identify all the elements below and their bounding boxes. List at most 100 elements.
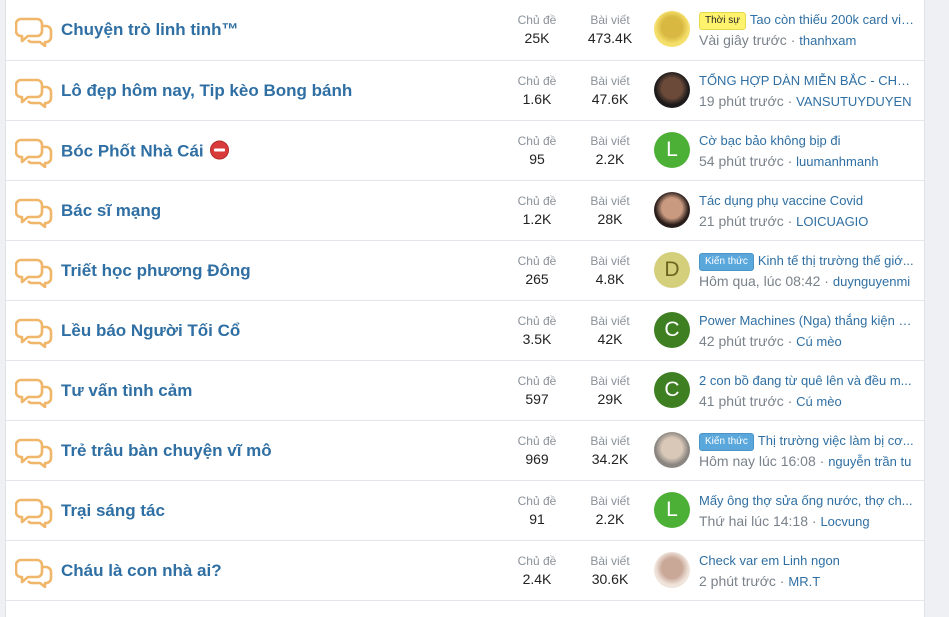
forum-title-link[interactable]: Trại sáng tác bbox=[61, 501, 165, 521]
thread-count: Chủ đề 95 bbox=[502, 133, 572, 169]
forum-title-link[interactable]: Chuyện trò linh tinh™ bbox=[61, 20, 239, 40]
latest-time: 2 phút trước bbox=[699, 573, 776, 589]
latest-user-link[interactable]: duynguyenmi bbox=[833, 274, 910, 289]
latest-meta: Hôm qua, lúc 08:42 · duynguyenmi bbox=[699, 273, 911, 289]
post-count: Bài viết 4.8K bbox=[575, 253, 645, 289]
forum-title-link[interactable]: Bác sĩ mạng bbox=[61, 201, 161, 221]
latest-time: 21 phút trước bbox=[699, 213, 784, 229]
no-entry-icon bbox=[209, 140, 229, 159]
posts-value: 4.8K bbox=[595, 271, 625, 287]
forum-title-link[interactable]: Tư vấn tình cảm bbox=[61, 381, 192, 401]
latest-meta: 21 phút trước · LOICUAGIO bbox=[699, 213, 869, 229]
latest-user-link[interactable]: nguyễn trần tu bbox=[828, 454, 911, 469]
user-avatar[interactable]: C bbox=[654, 372, 690, 408]
thread-count: Chủ đề 265 bbox=[502, 253, 572, 289]
user-avatar[interactable] bbox=[654, 192, 690, 228]
forum-list: Chuyện trò linh tinh™ Chủ đề 25K Bài viết 47… bbox=[5, 0, 925, 617]
latest-thread-link[interactable]: 2 con bồ đang từ quê lên và đều m... bbox=[699, 371, 914, 391]
forum-chat-icon bbox=[14, 76, 53, 109]
latest-thread-link[interactable]: Thời sự Tao còn thiếu 200k card vin... bbox=[699, 10, 914, 30]
latest-user-link[interactable]: Cú mèo bbox=[796, 394, 842, 409]
posts-value: 28K bbox=[597, 211, 623, 227]
latest-user-link[interactable]: LOICUAGIO bbox=[796, 214, 868, 229]
threads-value: 2.4K bbox=[522, 571, 552, 587]
threads-value: 265 bbox=[525, 271, 549, 287]
threads-value: 597 bbox=[525, 391, 549, 407]
thread-count: Chủ đề 597 bbox=[502, 373, 572, 409]
forum-chat-icon bbox=[14, 496, 53, 529]
latest-time: 54 phút trước bbox=[699, 153, 784, 169]
posts-label: Bài viết bbox=[590, 13, 630, 27]
latest-user-link[interactable]: Cú mèo bbox=[796, 334, 842, 349]
latest-post: Power Machines (Nga) thắng kiện P... 42 p… bbox=[699, 311, 914, 352]
forum-chat-icon bbox=[14, 196, 53, 229]
forum-title-link[interactable]: Cháu là con nhà ai? bbox=[61, 561, 222, 581]
user-avatar[interactable] bbox=[654, 72, 690, 108]
forum-chat-icon bbox=[14, 256, 53, 289]
forum-title-link[interactable]: Lều báo Người Tối Cổ bbox=[61, 321, 240, 341]
threads-label: Chủ đề bbox=[517, 494, 557, 508]
latest-post: TỔNG HỢP DÀN MIỄN BẮC - CHÚ... 19 phút tr… bbox=[699, 71, 914, 112]
threads-label: Chủ đề bbox=[517, 13, 557, 27]
forum-title-link[interactable]: Lô đẹp hôm nay, Tip kèo Bong bánh bbox=[61, 81, 352, 101]
thread-count: Chủ đề 969 bbox=[502, 433, 572, 469]
forum-row: Trại sáng tác Chủ đề 91 Bài viết 2.2K L Mấy ôn… bbox=[6, 481, 924, 541]
user-avatar[interactable] bbox=[654, 11, 690, 47]
thread-count: Chủ đề 91 bbox=[502, 493, 572, 529]
latest-user-link[interactable]: luumanhmanh bbox=[796, 154, 878, 169]
latest-post: Tác dụng phụ vaccine Covid 21 phút trước … bbox=[699, 191, 914, 232]
threads-value: 91 bbox=[529, 511, 545, 527]
post-count: Bài viết 2.2K bbox=[575, 133, 645, 169]
forum-row: Bác sĩ mạng Chủ đề 1.2K Bài viết 28K Tác dụng… bbox=[6, 181, 924, 241]
forum-row: Cháu là con nhà ai? Chủ đề 2.4K Bài viết 30.… bbox=[6, 541, 924, 601]
latest-thread-link[interactable]: TỔNG HỢP DÀN MIỄN BẮC - CHÚ... bbox=[699, 71, 914, 91]
user-avatar[interactable] bbox=[654, 552, 690, 588]
forum-chat-icon bbox=[14, 376, 53, 409]
latest-user-link[interactable]: thanhxam bbox=[799, 33, 856, 48]
threads-label: Chủ đề bbox=[517, 134, 557, 148]
thread-count: Chủ đề 1.6K bbox=[502, 73, 572, 109]
forum-row: Triết học phương Đông Chủ đề 265 Bài viết 4.… bbox=[6, 241, 924, 301]
threads-label: Chủ đề bbox=[517, 434, 557, 448]
thread-prefix-badge: Kiến thức bbox=[699, 253, 754, 271]
user-avatar[interactable]: C bbox=[654, 312, 690, 348]
user-avatar[interactable]: L bbox=[654, 492, 690, 528]
forum-title-link[interactable]: Trẻ trâu bàn chuyện vĩ mô bbox=[61, 441, 272, 461]
latest-post: Mấy ông thợ sửa ống nước, thợ ch... Thứ h… bbox=[699, 491, 914, 532]
posts-label: Bài viết bbox=[590, 134, 630, 148]
posts-label: Bài viết bbox=[590, 374, 630, 388]
latest-user-link[interactable]: VANSUTUYDUYEN bbox=[796, 94, 911, 109]
latest-thread-link[interactable]: Tác dụng phụ vaccine Covid bbox=[699, 191, 914, 211]
latest-time: 41 phút trước bbox=[699, 393, 784, 409]
forum-row: Chuyện trò linh tinh™ Chủ đề 25K Bài viết 47… bbox=[6, 0, 924, 61]
forum-title-link[interactable]: Triết học phương Đông bbox=[61, 261, 251, 281]
latest-thread-link[interactable]: Kiến thức Thị trường việc làm bị cơ... bbox=[699, 431, 914, 451]
latest-thread-link[interactable]: Power Machines (Nga) thắng kiện P... bbox=[699, 311, 914, 331]
latest-time: Thứ hai lúc 14:18 bbox=[699, 513, 808, 529]
post-count: Bài viết 47.6K bbox=[575, 73, 645, 109]
threads-value: 1.2K bbox=[522, 211, 552, 227]
latest-thread-link[interactable]: Kiến thức Kinh tế thị trường thế giớ... bbox=[699, 251, 914, 271]
user-avatar[interactable]: D bbox=[654, 252, 690, 288]
post-count: Bài viết 34.2K bbox=[575, 433, 645, 469]
latest-thread-link[interactable]: Check var em Linh ngon bbox=[699, 551, 914, 571]
threads-value: 1.6K bbox=[522, 91, 552, 107]
post-count: Bài viết 30.6K bbox=[575, 553, 645, 589]
user-avatar[interactable] bbox=[654, 432, 690, 468]
latest-meta: Vài giây trước · thanhxam bbox=[699, 32, 857, 48]
user-avatar[interactable]: L bbox=[654, 132, 690, 168]
latest-meta: 42 phút trước · Cú mèo bbox=[699, 333, 842, 349]
forum-title-link[interactable]: Bóc Phốt Nhà Cái bbox=[61, 140, 229, 161]
latest-thread-link[interactable]: Cờ bạc bảo không bịp đi bbox=[699, 131, 914, 151]
posts-value: 2.2K bbox=[595, 151, 625, 167]
latest-post: Kiến thức Thị trường việc làm bị cơ... Hôm… bbox=[699, 431, 914, 472]
threads-label: Chủ đề bbox=[517, 254, 557, 268]
posts-label: Bài viết bbox=[590, 434, 630, 448]
latest-thread-link[interactable]: Mấy ông thợ sửa ống nước, thợ ch... bbox=[699, 491, 914, 511]
latest-user-link[interactable]: Locvung bbox=[820, 514, 869, 529]
threads-value: 25K bbox=[524, 30, 550, 46]
latest-user-link[interactable]: MR.T bbox=[788, 574, 820, 589]
threads-value: 95 bbox=[529, 151, 545, 167]
latest-meta: Thứ hai lúc 14:18 · Locvung bbox=[699, 513, 870, 529]
threads-value: 3.5K bbox=[522, 331, 552, 347]
